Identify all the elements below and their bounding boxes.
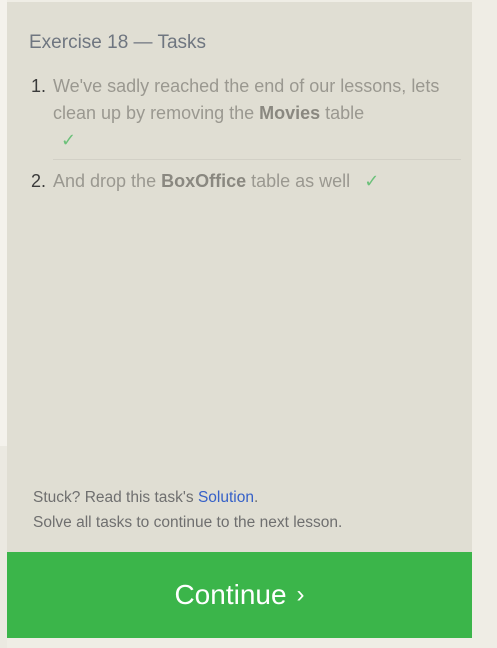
task-text-after: table — [320, 103, 365, 123]
task-bold-table-name: BoxOffice — [161, 171, 247, 191]
hints-block: Stuck? Read this task's Solution. Solve … — [33, 485, 342, 535]
task-number: 2. — [31, 171, 47, 191]
left-edge-strip — [0, 0, 7, 648]
stuck-line: Stuck? Read this task's Solution. — [33, 485, 342, 510]
continue-hint: Solve all tasks to continue to the next … — [33, 514, 343, 531]
panel-title: Exercise 18 — Tasks — [29, 32, 207, 53]
checkmark-icon: ✓ — [61, 130, 77, 150]
continue-button[interactable]: Continue › — [7, 552, 472, 638]
continue-button-label: Continue — [174, 579, 287, 610]
left-edge-strip-lower — [0, 446, 7, 648]
task-item-2: 2. And drop the BoxOffice table as well ✓ — [25, 168, 461, 195]
task-bold-table-name: Movies — [259, 103, 321, 123]
chevron-right-icon: › — [296, 581, 305, 608]
stuck-text: Stuck? Read this task's — [33, 489, 198, 506]
task-text: We've sadly reached the end of our lesso… — [53, 76, 440, 123]
task-item-1: 1. We've sadly reached the end of our les… — [25, 73, 461, 159]
task-divider — [53, 159, 461, 160]
task-text: And drop the — [53, 171, 162, 191]
task-number: 1. — [31, 76, 47, 96]
checkmark-icon: ✓ — [364, 171, 380, 191]
stuck-period: . — [253, 489, 259, 506]
task-text-after: table as well — [246, 171, 351, 191]
solution-link[interactable]: Solution — [198, 489, 254, 506]
tasks-panel: Exercise 18 — Tasks 1. We've sadly reache… — [7, 2, 472, 638]
task-list: 1. We've sadly reached the end of our les… — [25, 73, 461, 195]
